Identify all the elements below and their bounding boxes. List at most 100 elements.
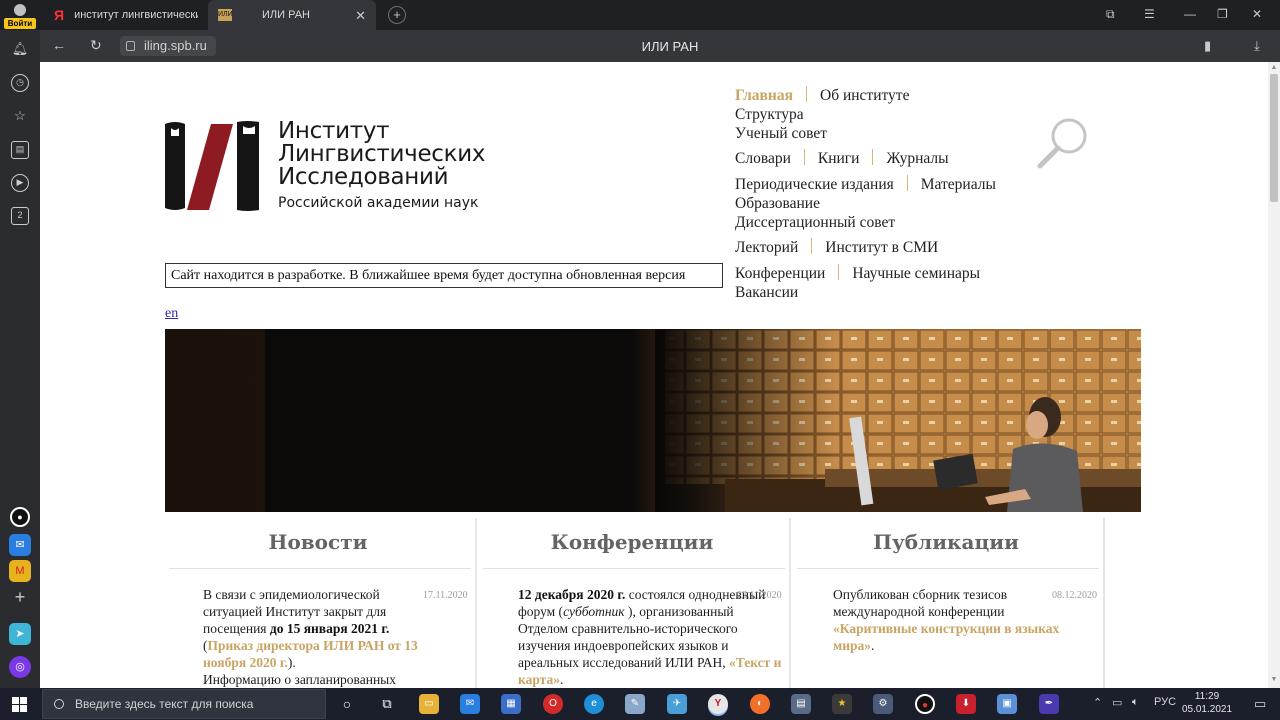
banner-image xyxy=(165,329,1141,512)
news-column: Новости 17.11.2020 В связи с эпидемиолог… xyxy=(165,518,477,688)
news-order-link[interactable]: Приказ директора ИЛИ РАН от 13 ноября 20… xyxy=(203,638,418,670)
publications-heading[interactable]: Публикации xyxy=(793,530,1099,554)
search-icon[interactable] xyxy=(1036,116,1090,170)
tabs-overview-icon[interactable]: ⧉ xyxy=(1106,7,1115,22)
menu-item-structure[interactable]: Структура xyxy=(735,106,804,124)
scroll-up-icon[interactable]: ▲ xyxy=(1270,64,1278,72)
login-label: Войти xyxy=(4,18,36,29)
notifications-icon[interactable]: 🔔︎ xyxy=(11,40,29,58)
file-explorer-icon[interactable]: ▭ xyxy=(419,694,439,714)
menu-item-vacancies[interactable]: Вакансии xyxy=(735,284,798,302)
close-window-icon[interactable]: ✕ xyxy=(1252,7,1262,21)
alice-app-icon[interactable]: ● xyxy=(10,507,30,527)
counter-badge[interactable]: 2 xyxy=(11,207,29,225)
conference-text: . xyxy=(559,672,564,687)
send-app-icon[interactable]: ➤ xyxy=(9,623,31,645)
page-title: ИЛИ РАН xyxy=(641,39,699,54)
menu-item-conferences[interactable]: Конференции xyxy=(735,265,825,283)
menu-item-dissertation-council[interactable]: Диссертационный совет xyxy=(735,214,895,232)
clock-time: 11:29 xyxy=(1194,691,1220,702)
menu-item-seminars[interactable]: Научные семинары xyxy=(852,265,980,283)
mail-app-icon[interactable]: M xyxy=(9,560,31,582)
language-link-en[interactable]: en xyxy=(165,306,178,322)
firefox-icon[interactable]: ◐ xyxy=(750,694,770,714)
page-scrollbar[interactable]: ▲ ▼ xyxy=(1268,62,1280,688)
cortana-icon[interactable]: ○ xyxy=(337,694,357,714)
settings-app-icon[interactable]: ⚙ xyxy=(873,694,893,714)
publication-link[interactable]: «Каритивные конструкции в языках мира» xyxy=(833,621,1059,653)
column-divider xyxy=(1103,518,1105,688)
menu-item-home[interactable]: Главная xyxy=(735,87,793,105)
menu-item-journals[interactable]: Журналы xyxy=(886,150,948,168)
task-view-icon[interactable]: ⧉ xyxy=(377,694,397,714)
menu-icon[interactable]: ☰ xyxy=(1144,7,1155,21)
download-icon[interactable]: ⤓ xyxy=(1254,38,1260,54)
menu-item-education[interactable]: Образование xyxy=(735,195,820,213)
menu-separator xyxy=(803,149,805,165)
news-heading[interactable]: Новости xyxy=(165,530,471,554)
menu-item-materials[interactable]: Материалы xyxy=(921,176,996,194)
menu-item-periodicals[interactable]: Периодические издания xyxy=(735,176,894,194)
add-app-icon[interactable]: + xyxy=(9,586,31,608)
menu-item-academic-council[interactable]: Ученый совет xyxy=(735,125,827,143)
web-page: Институт Лингвистических Исследований Ро… xyxy=(40,62,1268,688)
notification-center-icon[interactable]: ▭ xyxy=(1254,696,1266,712)
image-app-icon[interactable]: ▣ xyxy=(997,694,1017,714)
conferences-heading[interactable]: Конференции xyxy=(479,530,785,554)
iling-logo-icon[interactable] xyxy=(165,120,261,214)
scroll-down-icon[interactable]: ▼ xyxy=(1270,676,1278,684)
menu-row: Конференции Научные семинары xyxy=(735,264,980,284)
calculator-icon[interactable]: ▤ xyxy=(791,694,811,714)
volume-icon[interactable]: 🔈︎ xyxy=(1132,696,1139,709)
bookmark-icon[interactable]: ▮ xyxy=(1204,38,1211,54)
video-icon[interactable]: ▶ xyxy=(11,174,29,192)
menu-separator xyxy=(872,149,874,165)
menu-item-lectures[interactable]: Лекторий xyxy=(735,239,798,257)
menu-item-books[interactable]: Книги xyxy=(818,150,860,168)
divider xyxy=(169,568,471,569)
yandex-browser-icon[interactable]: Y xyxy=(708,694,728,714)
media-app-icon[interactable]: ★ xyxy=(832,694,852,714)
clock[interactable]: 11:29 05.01.2021 xyxy=(1176,690,1238,716)
tab-iling[interactable]: ИЛИ ИЛИ РАН ✕ xyxy=(208,0,376,30)
history-icon[interactable]: ◷ xyxy=(11,74,29,92)
tab-title: ИЛИ РАН xyxy=(262,9,310,21)
new-tab-button[interactable]: + xyxy=(388,6,406,24)
news-date-highlight: до 15 января 2021 г. xyxy=(269,621,390,636)
profile-button[interactable]: Войти xyxy=(0,0,40,30)
taskbar-search-input[interactable]: Введите здесь текст для поиска xyxy=(42,689,326,719)
menu-row: Структура xyxy=(735,106,804,126)
edge-icon[interactable]: e xyxy=(584,694,604,714)
column-divider xyxy=(475,518,477,688)
tray-expand-icon[interactable]: ⌃ xyxy=(1093,696,1102,709)
messenger-app-icon[interactable]: ✉ xyxy=(9,534,31,556)
tab-search-results[interactable]: Я институт лингвистических xyxy=(44,0,204,30)
maximize-icon[interactable]: ❐ xyxy=(1217,7,1228,21)
menu-separator xyxy=(811,238,813,254)
minimize-icon[interactable]: — xyxy=(1184,7,1196,21)
menu-item-media[interactable]: Институт в СМИ xyxy=(825,239,938,257)
logo-text[interactable]: Институт Лингвистических Исследований Ро… xyxy=(278,120,486,212)
collections-icon[interactable]: ▤ xyxy=(11,141,29,159)
divider xyxy=(483,568,785,569)
windows-start-icon[interactable] xyxy=(12,697,27,712)
bookmarks-star-icon[interactable]: ☆ xyxy=(11,107,29,125)
menu-row: Лекторий Институт в СМИ xyxy=(735,238,938,258)
divider xyxy=(797,568,1099,569)
input-language[interactable]: РУС xyxy=(1154,696,1176,708)
opera-icon[interactable]: O xyxy=(543,694,563,714)
editor-app-icon[interactable]: ✒ xyxy=(1039,694,1059,714)
app-icon[interactable]: ✈ xyxy=(667,694,687,714)
browser-tab-bar: Войти Я институт лингвистических ИЛИ ИЛИ… xyxy=(0,0,1280,30)
store-icon[interactable]: ▦ xyxy=(501,694,521,714)
scroll-thumb[interactable] xyxy=(1270,74,1278,202)
notepad-icon[interactable]: ✎ xyxy=(625,694,645,714)
mail-icon[interactable]: ✉ xyxy=(460,694,480,714)
network-icon[interactable]: ▭ xyxy=(1112,696,1122,709)
close-tab-icon[interactable]: ✕ xyxy=(355,8,366,24)
menu-item-about[interactable]: Об институте xyxy=(820,87,909,105)
assistant-app-icon[interactable]: ◎ xyxy=(9,656,31,678)
record-icon[interactable]: ● xyxy=(915,694,935,714)
menu-item-dictionaries[interactable]: Словари xyxy=(735,150,791,168)
downloader-icon[interactable]: ⬇ xyxy=(956,694,976,714)
